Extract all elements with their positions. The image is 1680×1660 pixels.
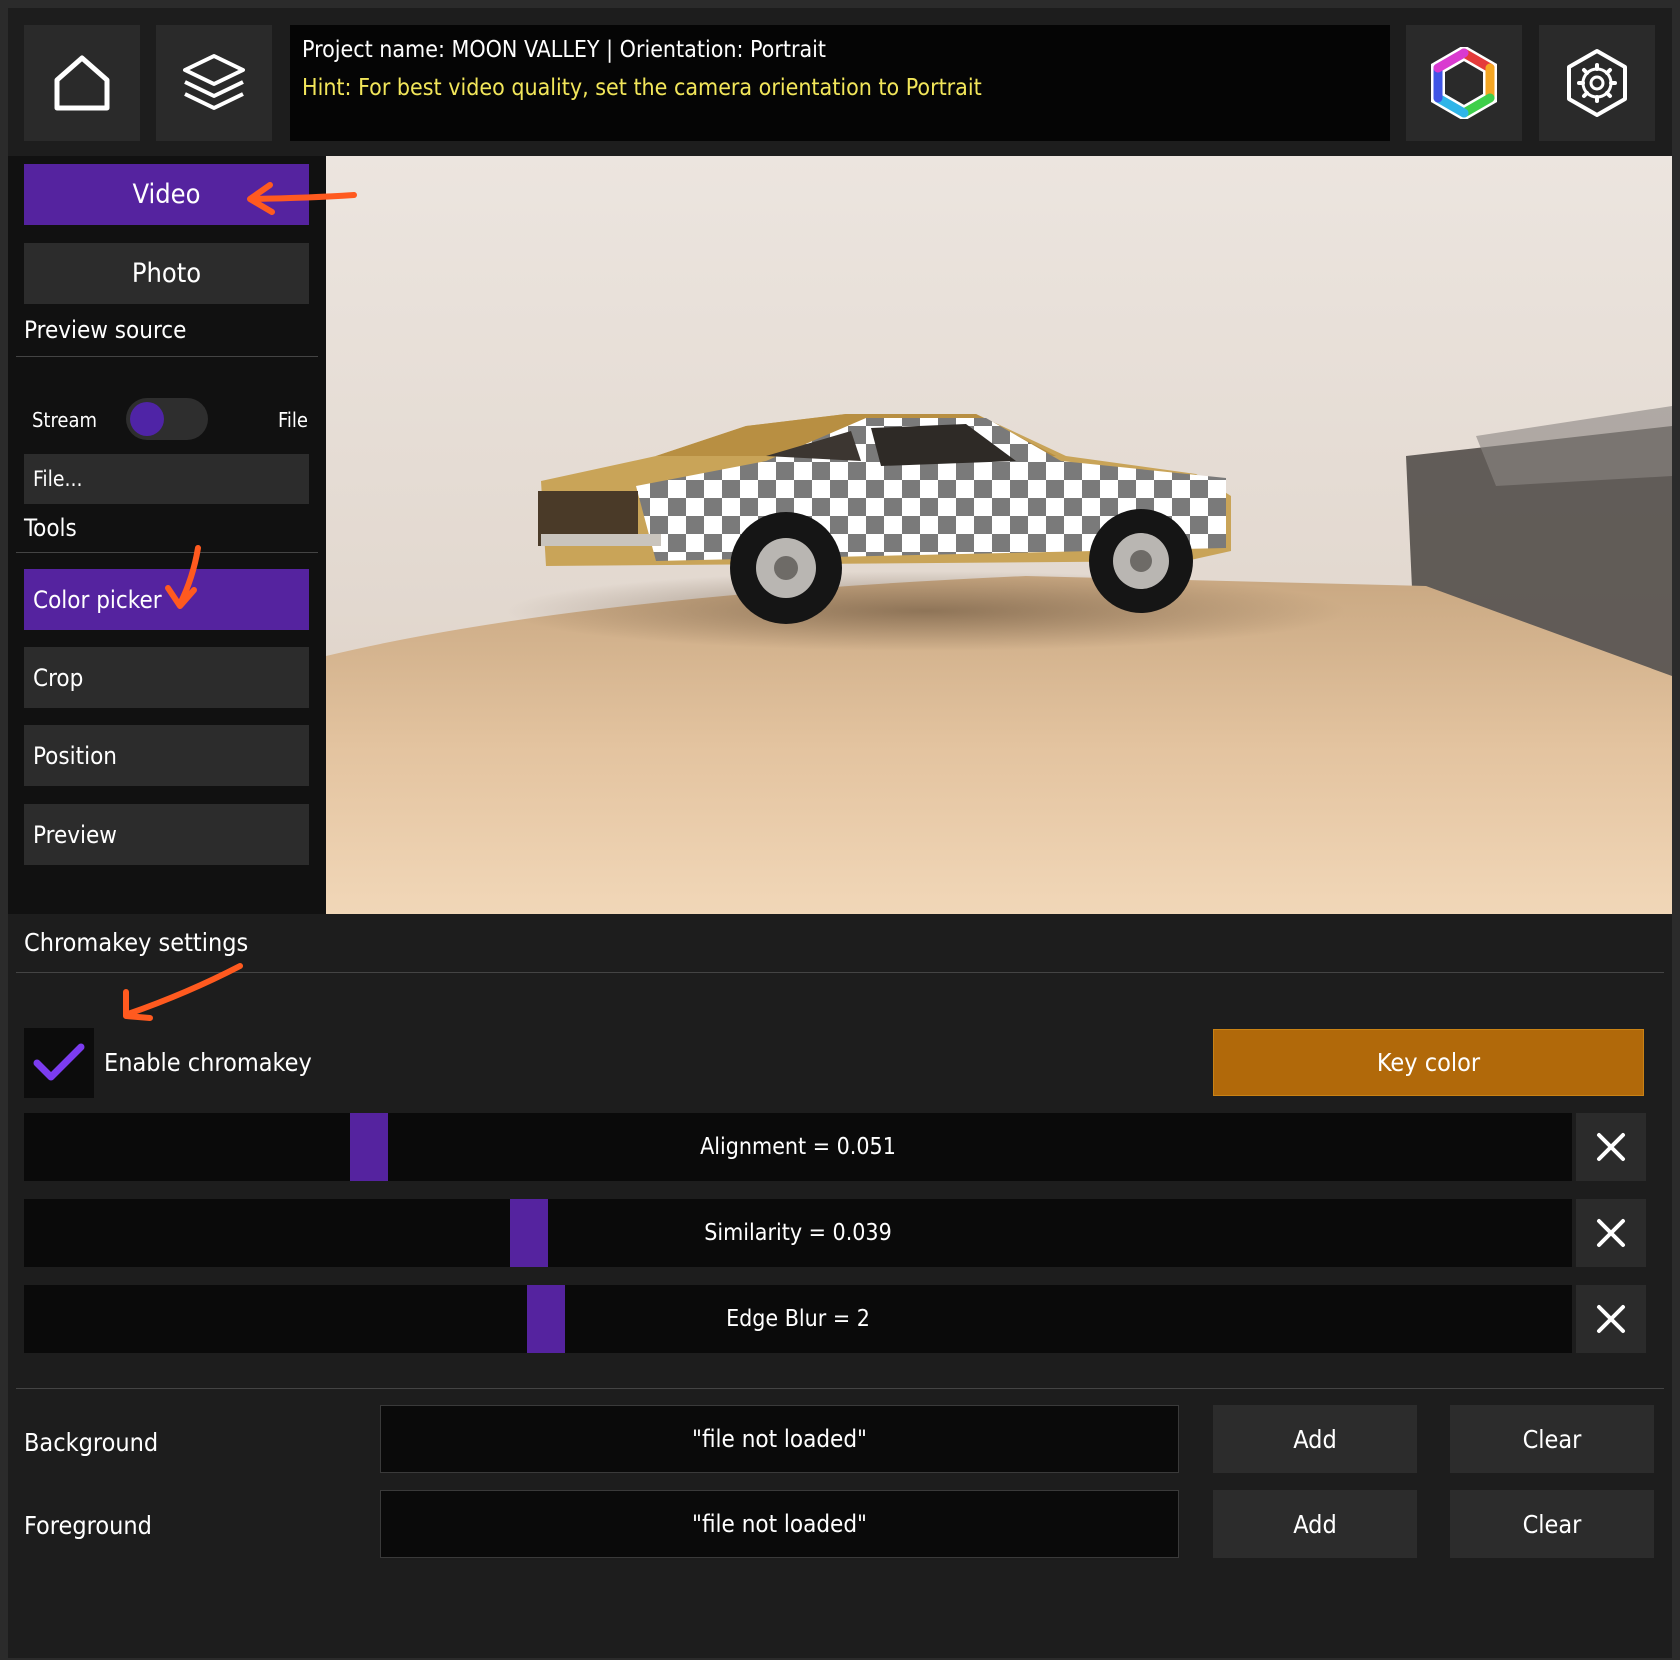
annotation-arrows (123, 182, 357, 1021)
arrow-to-checkbox (123, 963, 243, 1021)
arrow-to-color-picker (165, 545, 201, 609)
arrow-to-video (247, 182, 357, 215)
app-window: Project name: MOON VALLEY | Orientation:… (8, 8, 1672, 1658)
